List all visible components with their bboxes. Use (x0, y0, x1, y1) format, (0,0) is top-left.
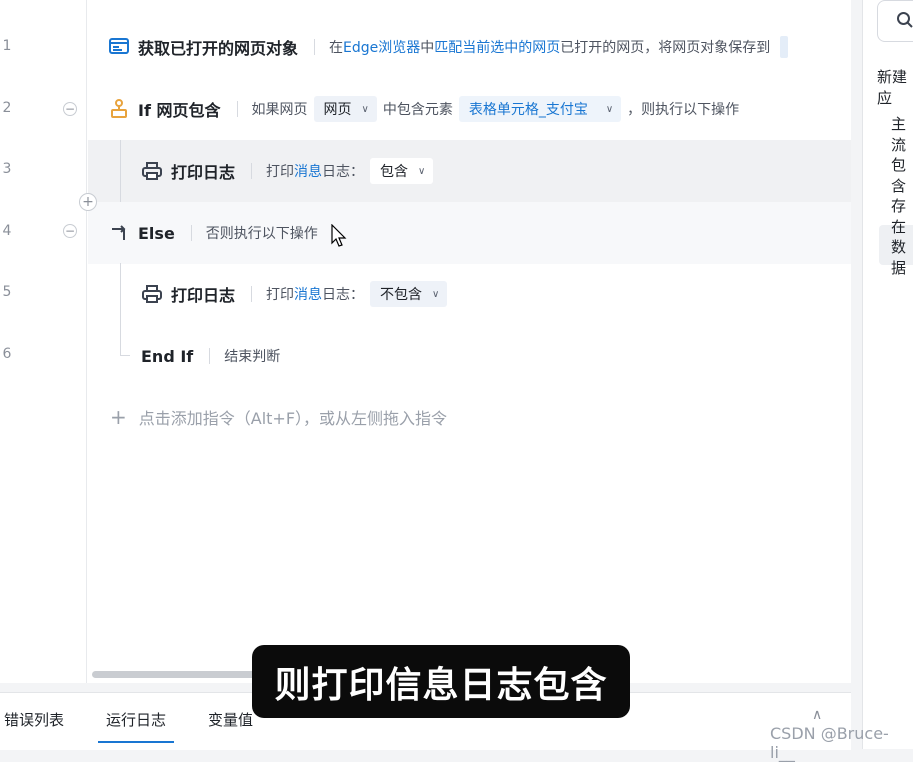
branch-connector (120, 140, 121, 202)
line-number: 2 (2, 100, 12, 116)
variable-chip[interactable] (780, 36, 789, 58)
webpage-select[interactable]: 网页 ∨ (313, 96, 377, 122)
right-panel-item[interactable]: 主流 (891, 113, 913, 155)
desc-text: ，则执行以下操作 (627, 102, 740, 118)
log-content-select[interactable]: 不包含 ∨ (370, 281, 448, 307)
step-row-if-contains[interactable]: If 网页包含 如果网页 网页 ∨ 中包含元素 表格单元格_支付宝 ∨ ，则执行… (88, 78, 851, 140)
select-value: 表格单元格_支付宝 (468, 102, 588, 118)
mouse-cursor-icon (331, 223, 347, 252)
divider (236, 101, 238, 117)
tab-variables[interactable]: 变量值 (208, 709, 253, 730)
desc-text: 已打开的网页，将网页对象保存到 (560, 40, 771, 56)
desc-link-browser[interactable]: Edge浏览器 (343, 37, 420, 57)
step-title: End If (141, 346, 194, 366)
desc-text: 日志： (322, 287, 365, 303)
step-title: If 网页包含 (138, 101, 221, 120)
chevron-down-icon: ∨ (361, 103, 369, 115)
tab-run-log[interactable]: 运行日志 (97, 709, 175, 743)
step-description: 在 Edge浏览器 中 匹配当前选中的网页 已打开的网页，将网页对象保存到 (329, 36, 789, 58)
branch-connector (120, 355, 130, 356)
chevron-up-icon[interactable]: ∧ (812, 707, 822, 723)
right-panel-item[interactable]: 存在 (891, 195, 913, 237)
line-number: 5 (2, 284, 12, 300)
chevron-down-icon: ∨ (432, 288, 440, 300)
if-branch-icon (108, 98, 130, 120)
collapse-else-icon[interactable]: − (63, 224, 77, 238)
step-row-print-log-contains[interactable]: 打印日志 打印 消息 日志： 包含 ∨ (88, 140, 851, 202)
browser-object-icon (108, 36, 130, 58)
desc-text: 打印 (266, 287, 295, 303)
desc-text: 打印 (266, 164, 295, 180)
collapse-if-icon[interactable]: − (63, 102, 77, 116)
step-row-print-log-not-contains[interactable]: 打印日志 打印 消息 日志： 不包含 ∨ (88, 263, 851, 325)
line-gutter: 1 2 3 4 5 6 − − (0, 0, 87, 683)
step-row-get-webpage[interactable]: 获取已打开的网页对象 在 Edge浏览器 中 匹配当前选中的网页 已打开的网页，… (88, 16, 851, 78)
search-input[interactable] (877, 0, 913, 42)
step-description: 如果网页 网页 ∨ 中包含元素 表格单元格_支付宝 ∨ ，则执行以下操作 (251, 96, 740, 122)
divider (251, 163, 253, 179)
desc-link-message[interactable]: 消息 (294, 161, 322, 181)
desc-text: 中包含元素 (382, 102, 453, 118)
log-content-select[interactable]: 包含 ∨ (370, 158, 434, 184)
plus-icon: + (110, 405, 127, 429)
add-instruction-hint[interactable]: + 点击添加指令（Alt+F），或从左侧拖入指令 (110, 405, 447, 429)
desc-text: 中 (420, 40, 435, 56)
step-title: 获取已打开的网页对象 (138, 39, 299, 58)
tab-error-list[interactable]: 错误列表 (4, 709, 64, 730)
right-panel-item[interactable]: 数据 (891, 236, 913, 278)
chevron-down-icon: ∨ (605, 103, 614, 115)
select-value: 网页 (323, 102, 352, 118)
flow-editor: 1 2 3 4 5 6 − − 获取已打开的网页对象 在 Edge浏览器 中 匹… (0, 0, 851, 683)
line-number: 4 (2, 223, 12, 239)
desc-text: 日志： (322, 164, 365, 180)
video-subtitle: 则打印信息日志包含 (252, 645, 630, 718)
element-select[interactable]: 表格单元格_支付宝 ∨ (458, 96, 622, 122)
step-description: 打印 消息 日志： 不包含 ∨ (266, 281, 453, 307)
right-panel-title: 新建应 (877, 68, 908, 107)
watermark: CSDN @Bruce-li__ (770, 724, 889, 762)
branch-connector (120, 263, 121, 355)
step-description: 否则执行以下操作 (205, 226, 318, 242)
right-panel: 新建应 主流 包含 存在 数据 (862, 0, 913, 749)
add-hint-text: 点击添加指令（Alt+F），或从左侧拖入指令 (138, 409, 448, 428)
step-title: 打印日志 (171, 286, 236, 305)
line-number: 3 (2, 161, 12, 177)
divider (190, 225, 192, 241)
divider (314, 39, 316, 55)
insert-step-icon[interactable]: + (79, 193, 97, 211)
chevron-down-icon: ∨ (418, 165, 426, 177)
divider (209, 348, 211, 364)
line-number: 6 (2, 346, 12, 362)
step-title: 打印日志 (171, 163, 236, 182)
line-number: 1 (2, 38, 12, 54)
else-branch-icon (108, 222, 130, 244)
printer-icon (141, 160, 163, 182)
desc-text: 如果网页 (251, 102, 308, 118)
step-title: Else (138, 223, 175, 243)
divider (251, 286, 253, 302)
right-panel-item[interactable]: 包含 (891, 154, 913, 196)
printer-icon (141, 283, 163, 305)
step-description: 结束判断 (224, 349, 281, 365)
step-description: 打印 消息 日志： 包含 ∨ (266, 158, 439, 184)
search-icon (896, 11, 913, 33)
step-row-else[interactable]: Else 否则执行以下操作 (88, 202, 851, 264)
desc-link-message[interactable]: 消息 (294, 284, 322, 304)
step-row-end-if[interactable]: End If 结束判断 (88, 325, 851, 387)
select-value: 包含 (380, 164, 409, 180)
desc-text: 在 (329, 40, 344, 56)
select-value: 不包含 (380, 287, 423, 303)
desc-link-match[interactable]: 匹配当前选中的网页 (434, 37, 560, 57)
